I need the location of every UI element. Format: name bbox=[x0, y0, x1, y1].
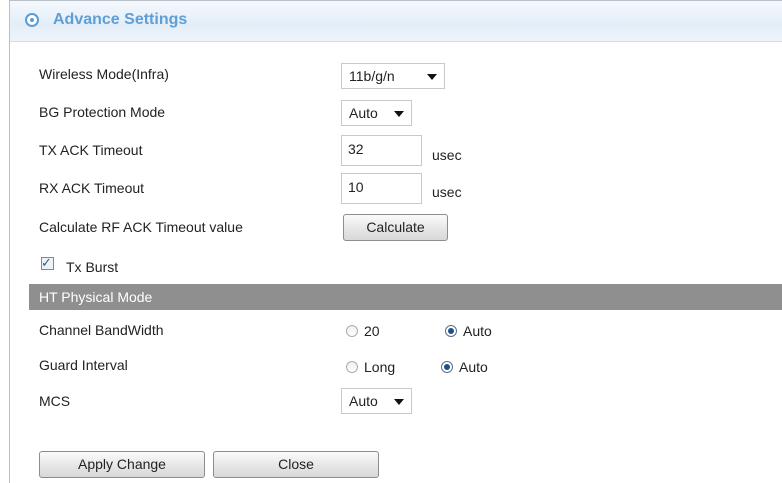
chevron-down-icon bbox=[394, 399, 404, 405]
bg-protection-select[interactable]: Auto bbox=[341, 100, 412, 126]
bandwidth-20-label: 20 bbox=[364, 323, 380, 339]
target-icon bbox=[25, 13, 39, 27]
wireless-mode-select[interactable]: 11b/g/n bbox=[341, 63, 445, 89]
tx-ack-input[interactable]: 32 bbox=[341, 135, 422, 166]
close-button[interactable]: Close bbox=[213, 451, 379, 478]
tx-burst-label: Tx Burst bbox=[66, 259, 119, 275]
check-icon: ✓ bbox=[41, 255, 52, 270]
tx-ack-value: 32 bbox=[348, 141, 364, 157]
bandwidth-auto-label: Auto bbox=[463, 323, 492, 339]
guard-long-radio[interactable] bbox=[346, 361, 358, 373]
rx-ack-value: 10 bbox=[348, 179, 364, 195]
guard-auto-label: Auto bbox=[459, 359, 488, 375]
apply-change-button[interactable]: Apply Change bbox=[39, 451, 205, 478]
section-header-ht-physical-mode: HT Physical Mode bbox=[29, 284, 782, 310]
mcs-label: MCS bbox=[39, 393, 71, 409]
bandwidth-20-radio[interactable] bbox=[346, 325, 358, 337]
calculate-label: Calculate RF ACK Timeout value bbox=[39, 219, 243, 235]
title-bar: Advance Settings bbox=[10, 1, 782, 42]
section-title: HT Physical Mode bbox=[39, 289, 153, 305]
wireless-mode-label: Wireless Mode(Infra) bbox=[39, 66, 169, 82]
mcs-value: Auto bbox=[349, 393, 378, 409]
chevron-down-icon bbox=[427, 74, 437, 80]
bg-protection-value: Auto bbox=[349, 105, 378, 121]
rx-ack-input[interactable]: 10 bbox=[341, 173, 422, 204]
rx-ack-label: RX ACK Timeout bbox=[39, 180, 145, 196]
channel-bandwidth-label: Channel BandWidth bbox=[39, 322, 164, 338]
guard-long-label: Long bbox=[364, 359, 396, 375]
bandwidth-auto-radio[interactable] bbox=[445, 325, 457, 337]
tx-burst-checkbox[interactable]: ✓ bbox=[41, 255, 54, 270]
page-title: Advance Settings bbox=[53, 11, 188, 28]
wireless-mode-value: 11b/g/n bbox=[349, 68, 395, 84]
guard-interval-label: Guard Interval bbox=[39, 357, 128, 373]
chevron-down-icon bbox=[394, 111, 404, 117]
guard-auto-radio[interactable] bbox=[441, 361, 453, 373]
tx-ack-label: TX ACK Timeout bbox=[39, 142, 143, 158]
tx-ack-unit: usec bbox=[432, 147, 462, 163]
rx-ack-unit: usec bbox=[432, 184, 462, 200]
bg-protection-label: BG Protection Mode bbox=[39, 104, 166, 120]
calculate-button[interactable]: Calculate bbox=[343, 214, 448, 241]
mcs-select[interactable]: Auto bbox=[341, 388, 412, 414]
